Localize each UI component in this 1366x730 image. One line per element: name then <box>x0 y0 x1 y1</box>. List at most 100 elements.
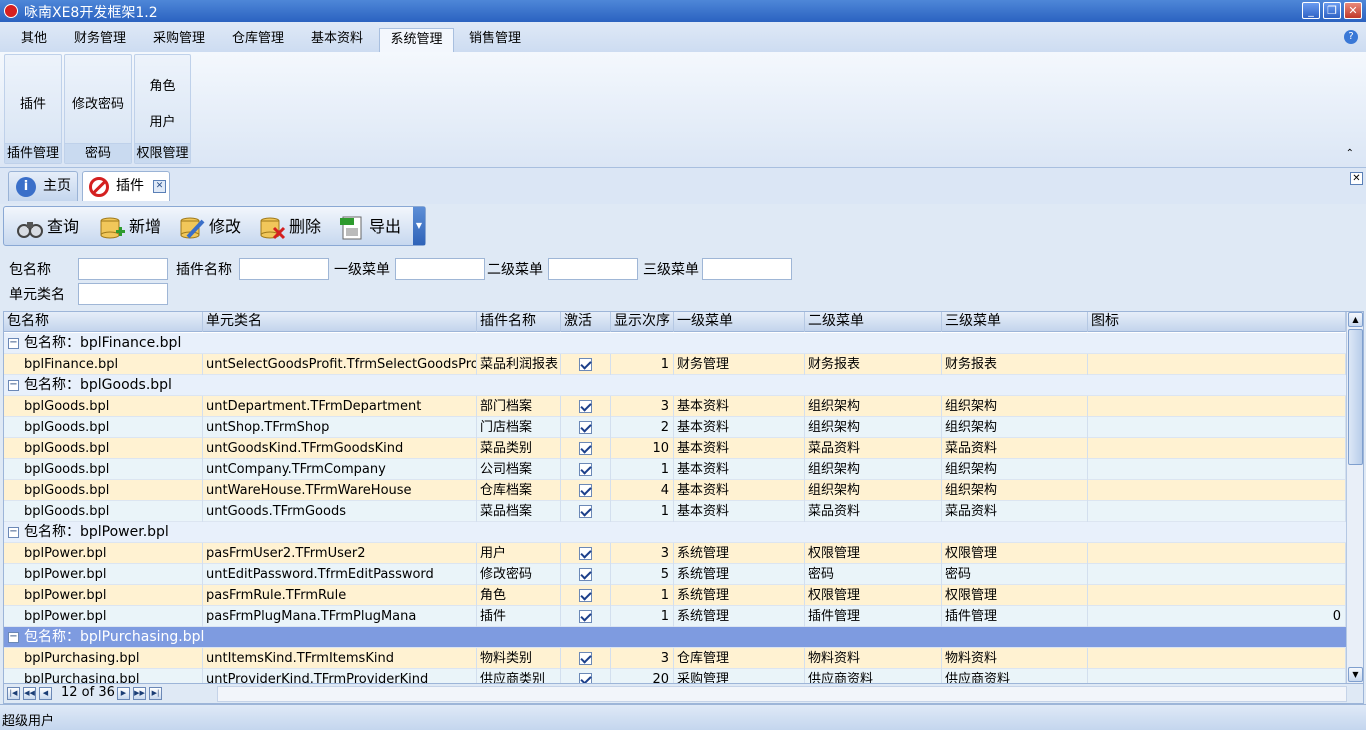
col-unit-class-cell[interactable]: untGoods.TFrmGoods <box>203 501 477 522</box>
col-icon-cell[interactable] <box>1088 480 1346 501</box>
col-display-order-cell[interactable]: 1 <box>611 354 674 375</box>
menu3-input[interactable] <box>702 258 792 280</box>
col-package-name-cell[interactable]: bplPower.bpl <box>21 543 203 564</box>
table-row[interactable]: bplPower.bpl untEditPassword.TfrmEditPass… <box>4 564 1346 585</box>
col-display-order-cell[interactable]: 4 <box>611 480 674 501</box>
col-menu1-cell[interactable]: 基本资料 <box>674 501 805 522</box>
col-package-name-cell[interactable]: bplFinance.bpl <box>21 354 203 375</box>
ribbon-tab-system[interactable]: 系统管理 <box>379 28 454 52</box>
checkbox-checked-icon[interactable] <box>579 547 592 560</box>
col-plugin-name-cell[interactable]: 菜品类别 <box>477 438 561 459</box>
col-menu2-header[interactable]: 二级菜单 <box>805 312 942 332</box>
export-button[interactable]: 导出 <box>338 213 401 241</box>
table-row[interactable]: bplGoods.bpl untCompany.TFrmCompany 公司档案 1 基… <box>4 459 1346 480</box>
user-button[interactable]: 用户 <box>135 111 190 130</box>
col-icon-cell[interactable] <box>1088 354 1346 375</box>
ribbon-tab-purchasing[interactable]: 采购管理 <box>145 28 213 52</box>
col-icon-cell[interactable] <box>1088 438 1346 459</box>
col-icon-cell[interactable] <box>1088 417 1346 438</box>
tab-home[interactable]: i 主页 <box>8 171 78 201</box>
table-row[interactable]: bplGoods.bpl untShop.TFrmShop 门店档案 2 基本资料 组织架… <box>4 417 1346 438</box>
col-active-cell[interactable] <box>561 606 611 627</box>
checkbox-checked-icon[interactable] <box>579 505 592 518</box>
col-package-name-cell[interactable]: bplGoods.bpl <box>21 459 203 480</box>
col-menu3-header[interactable]: 三级菜单 <box>942 312 1088 332</box>
group-row[interactable]: − 包名称：bplPurchasing.bpl <box>4 627 1346 648</box>
tab-plugin[interactable]: 插件 ✕ <box>82 171 170 201</box>
checkbox-checked-icon[interactable] <box>579 421 592 434</box>
col-plugin-name-cell[interactable]: 门店档案 <box>477 417 561 438</box>
col-active-cell[interactable] <box>561 669 611 683</box>
col-unit-class-header[interactable]: 单元类名 <box>203 312 477 332</box>
col-active-header[interactable]: 激活 <box>561 312 611 332</box>
col-icon-cell[interactable] <box>1088 585 1346 606</box>
col-plugin-name-cell[interactable]: 部门档案 <box>477 396 561 417</box>
checkbox-checked-icon[interactable] <box>579 610 592 623</box>
col-menu1-cell[interactable]: 基本资料 <box>674 480 805 501</box>
col-menu3-cell[interactable]: 组织架构 <box>942 480 1088 501</box>
col-unit-class-cell[interactable]: untGoodsKind.TFrmGoodsKind <box>203 438 477 459</box>
vertical-scrollbar[interactable]: ▲ ▼ <box>1346 312 1363 683</box>
prev-record-icon[interactable]: ◀ <box>39 687 52 700</box>
col-menu2-cell[interactable]: 密码 <box>805 564 942 585</box>
col-package-name-cell[interactable]: bplGoods.bpl <box>21 501 203 522</box>
col-unit-class-cell[interactable]: pasFrmRule.TFrmRule <box>203 585 477 606</box>
col-icon-cell[interactable] <box>1088 648 1346 669</box>
col-plugin-name-cell[interactable]: 角色 <box>477 585 561 606</box>
panel-close-icon[interactable]: ✕ <box>1350 172 1363 185</box>
col-menu2-cell[interactable]: 组织架构 <box>805 417 942 438</box>
col-icon-header[interactable]: 图标 <box>1088 312 1346 332</box>
plugin-button[interactable]: 插件 <box>5 93 61 112</box>
col-plugin-name-cell[interactable]: 供应商类别 <box>477 669 561 683</box>
table-row[interactable]: bplPurchasing.bpl untItemsKind.TFrmItemsK… <box>4 648 1346 669</box>
col-menu2-cell[interactable]: 财务报表 <box>805 354 942 375</box>
ribbon-tab-other[interactable]: 其他 <box>12 28 56 52</box>
checkbox-checked-icon[interactable] <box>579 358 592 371</box>
col-menu3-cell[interactable]: 权限管理 <box>942 585 1088 606</box>
col-unit-class-cell[interactable]: untShop.TFrmShop <box>203 417 477 438</box>
col-active-cell[interactable] <box>561 417 611 438</box>
minimize-icon[interactable]: _ <box>1302 2 1320 19</box>
group-row[interactable]: − 包名称：bplPower.bpl <box>4 522 1346 543</box>
group-row[interactable]: − 包名称：bplFinance.bpl <box>4 333 1346 354</box>
col-menu1-cell[interactable]: 仓库管理 <box>674 648 805 669</box>
col-menu3-cell[interactable]: 密码 <box>942 564 1088 585</box>
col-unit-class-cell[interactable]: pasFrmUser2.TFrmUser2 <box>203 543 477 564</box>
col-plugin-name-cell[interactable]: 仓库档案 <box>477 480 561 501</box>
tab-close-icon[interactable]: ✕ <box>153 180 166 193</box>
col-display-order-cell[interactable]: 1 <box>611 606 674 627</box>
close-icon[interactable]: ✕ <box>1344 2 1362 19</box>
ribbon-tab-warehouse[interactable]: 仓库管理 <box>224 28 292 52</box>
collapse-group-icon[interactable]: − <box>8 338 19 349</box>
col-plugin-name-header[interactable]: 插件名称 <box>477 312 561 332</box>
col-display-order-cell[interactable]: 1 <box>611 459 674 480</box>
next-record-icon[interactable]: ▶ <box>117 687 130 700</box>
col-menu1-cell[interactable]: 系统管理 <box>674 564 805 585</box>
checkbox-checked-icon[interactable] <box>579 652 592 665</box>
menu1-input[interactable] <box>395 258 485 280</box>
table-row[interactable]: bplGoods.bpl untWareHouse.TFrmWareHouse 仓库… <box>4 480 1346 501</box>
col-package-name-cell[interactable]: bplPower.bpl <box>21 585 203 606</box>
col-active-cell[interactable] <box>561 459 611 480</box>
collapse-group-icon[interactable]: − <box>8 527 19 538</box>
checkbox-checked-icon[interactable] <box>579 568 592 581</box>
col-menu2-cell[interactable]: 组织架构 <box>805 480 942 501</box>
checkbox-checked-icon[interactable] <box>579 463 592 476</box>
change-password-button[interactable]: 修改密码 <box>65 93 131 112</box>
checkbox-checked-icon[interactable] <box>579 442 592 455</box>
col-unit-class-cell[interactable]: untDepartment.TFrmDepartment <box>203 396 477 417</box>
col-plugin-name-cell[interactable]: 插件 <box>477 606 561 627</box>
col-menu2-cell[interactable]: 权限管理 <box>805 543 942 564</box>
table-row[interactable]: bplGoods.bpl untGoodsKind.TFrmGoodsKind 菜品… <box>4 438 1346 459</box>
col-unit-class-cell[interactable]: untSelectGoodsProfit.TfrmSelectGoodsProf… <box>203 354 477 375</box>
table-row[interactable]: bplGoods.bpl untDepartment.TFrmDepartment… <box>4 396 1346 417</box>
checkbox-checked-icon[interactable] <box>579 673 592 683</box>
col-active-cell[interactable] <box>561 396 611 417</box>
edit-button[interactable]: 修改 <box>178 213 241 241</box>
checkbox-checked-icon[interactable] <box>579 589 592 602</box>
col-menu3-cell[interactable]: 插件管理 <box>942 606 1088 627</box>
package-name-input[interactable] <box>78 258 168 280</box>
collapse-group-icon[interactable]: − <box>8 632 19 643</box>
col-active-cell[interactable] <box>561 354 611 375</box>
col-display-order-cell[interactable]: 3 <box>611 396 674 417</box>
